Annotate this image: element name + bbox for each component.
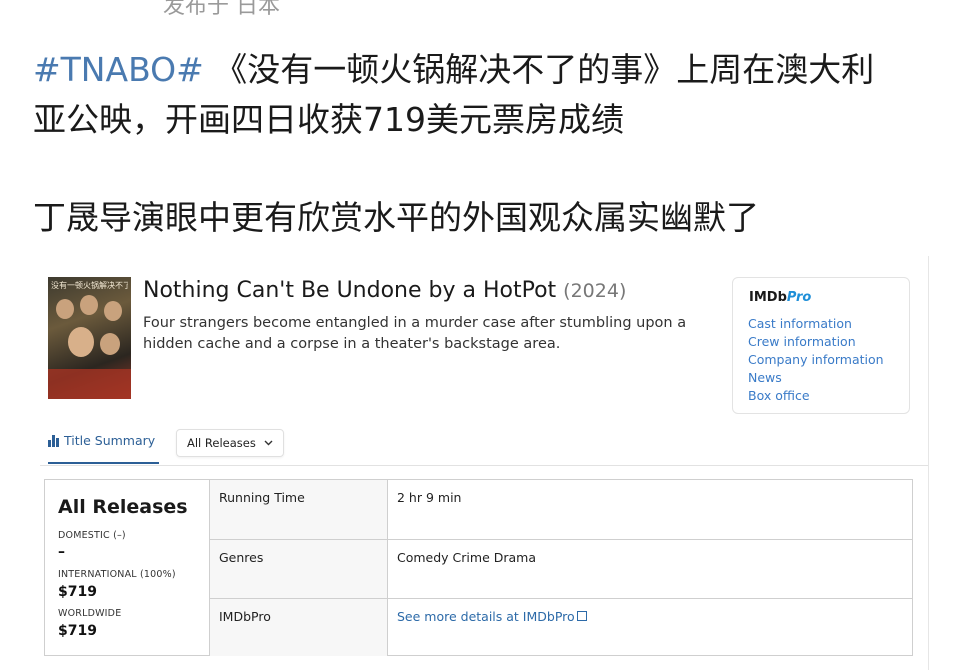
hashtag-link[interactable]: #TNABO# [33, 50, 204, 89]
post-line-2: 亚公映，开画四日收获719美元票房成绩 [33, 100, 624, 139]
link-news[interactable]: News [748, 369, 884, 387]
external-link-icon [576, 611, 587, 621]
bar-chart-icon [48, 434, 59, 447]
row-value-genres: Comedy Crime Drama [397, 550, 536, 565]
row-value-running-time: 2 hr 9 min [397, 490, 462, 505]
releases-dropdown-label: All Releases [187, 436, 256, 450]
table-row: Running Time 2 hr 9 min [210, 480, 913, 539]
post-location: 发布于 日本 [163, 0, 280, 19]
worldwide-label: WORLDWIDE [58, 608, 122, 619]
link-company-information[interactable]: Company information [748, 351, 884, 369]
row-key-genres: Genres [210, 540, 388, 598]
post-line-3: 丁晟导演眼中更有欣赏水平的外国观众属实幽默了 [33, 198, 759, 237]
row-key-running-time: Running Time [210, 480, 388, 539]
movie-poster[interactable]: 没有一顿火锅解决不了的事 [48, 277, 131, 399]
tab-title-summary-label: Title Summary [64, 433, 156, 448]
tab-title-summary[interactable]: Title Summary [48, 433, 160, 464]
movie-title-text: Nothing Can't Be Undone by a HotPot [143, 278, 557, 303]
release-details-table: All Releases DOMESTIC (–) – INTERNATIONA… [44, 479, 913, 656]
active-tab-indicator [48, 462, 160, 464]
row-key-imdbpro: IMDbPro [210, 599, 388, 656]
releases-dropdown[interactable]: All Releases [176, 429, 284, 457]
imdbpro-details-link[interactable]: See more details at IMDbPro [397, 609, 587, 624]
imdbpro-logo-pro: Pro [786, 290, 812, 305]
link-crew-information[interactable]: Crew information [748, 333, 884, 351]
imdbpro-details-link-text: See more details at IMDbPro [397, 609, 575, 624]
tabs-row: Title Summary All Releases [40, 425, 928, 466]
domestic-value: – [58, 544, 65, 560]
post-line-1: #TNABO# 《没有一顿火锅解决不了的事》上周在澳大利 [33, 46, 874, 94]
international-label: INTERNATIONAL (100%) [58, 569, 176, 580]
link-cast-information[interactable]: Cast information [748, 315, 884, 333]
all-releases-heading: All Releases [58, 496, 188, 518]
imdbpro-logo[interactable]: IMDbPro [749, 290, 811, 305]
movie-year: (2024) [563, 280, 627, 302]
table-row: Genres Comedy Crime Drama [210, 539, 913, 598]
imdbpro-sidebar: IMDbPro Cast information Crew informatio… [732, 277, 910, 414]
link-box-office[interactable]: Box office [748, 387, 884, 405]
worldwide-value: $719 [58, 623, 97, 639]
imdbpro-links: Cast information Crew information Compan… [748, 315, 884, 405]
chevron-down-icon [264, 440, 273, 446]
movie-synopsis: Four strangers become entangled in a mur… [143, 315, 687, 352]
domestic-label: DOMESTIC (–) [58, 530, 126, 541]
movie-title[interactable]: Nothing Can't Be Undone by a HotPot (202… [143, 278, 626, 303]
poster-title: 没有一顿火锅解决不了的事 [51, 281, 128, 290]
imdbpro-logo-main: IMDb [749, 290, 787, 305]
table-row: IMDbPro See more details at IMDbPro [210, 598, 913, 656]
all-releases-summary: All Releases DOMESTIC (–) – INTERNATIONA… [45, 480, 210, 655]
post-line-1-text: 《没有一顿火锅解决不了的事》上周在澳大利 [203, 50, 875, 89]
international-value: $719 [58, 584, 97, 600]
